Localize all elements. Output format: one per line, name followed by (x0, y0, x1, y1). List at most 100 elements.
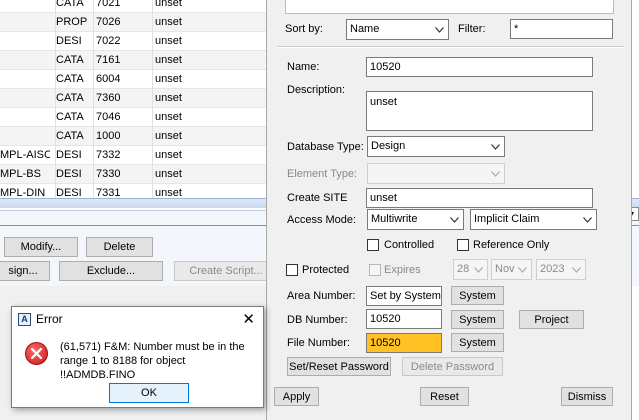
create-script-button[interactable]: Create Script... (174, 261, 278, 281)
table-row[interactable]: CATA 7161 unset (0, 51, 275, 70)
expires-checkbox[interactable] (369, 264, 381, 276)
db-system-button[interactable]: System (451, 310, 504, 329)
table-cell: CATA (55, 70, 91, 89)
file-number-label: File Number: (287, 337, 350, 349)
area-system-button[interactable]: System (451, 286, 504, 305)
table-cell (0, 32, 50, 51)
chevron-down-icon (472, 260, 484, 279)
table-cell (0, 89, 50, 108)
expires-month-dropdown[interactable]: Nov (491, 259, 532, 280)
table-cell: MPL-BS (0, 168, 41, 180)
ok-button[interactable]: OK (109, 383, 189, 403)
table-cell: unset (152, 146, 272, 165)
reset-button[interactable]: Reset (420, 387, 469, 406)
filter-input[interactable]: * (510, 19, 613, 39)
set-reset-password-button[interactable]: Set/Reset Password (287, 357, 391, 376)
table-row[interactable]: PROP 7026 unset (0, 13, 275, 32)
table-row[interactable]: CATA 7046 unset (0, 108, 275, 127)
table-cell: DESI (55, 184, 91, 198)
design-button[interactable]: sign... (0, 261, 50, 281)
error-icon (25, 342, 48, 365)
table-row[interactable]: MPL-BS DESI 7330 unset (0, 165, 275, 184)
chevron-down-icon (489, 164, 501, 183)
chevron-down-icon (448, 210, 460, 229)
claim-mode-dropdown[interactable]: Implicit Claim (470, 209, 597, 230)
protected-checkbox[interactable] (286, 264, 298, 276)
sort-by-dropdown[interactable]: Name (346, 19, 449, 40)
table-cell (0, 13, 50, 32)
reference-only-label: Reference Only (473, 239, 550, 251)
table-cell: unset (152, 13, 272, 32)
table-cell: MPL-DIN (0, 187, 46, 198)
name-input[interactable]: 10520 (366, 57, 593, 77)
table-cell: 7046 (93, 108, 151, 127)
table-row[interactable]: DESI 7022 unset (0, 32, 275, 51)
table-cell: 7161 (93, 51, 151, 70)
table-cell: unset (152, 70, 272, 89)
delete-button[interactable]: Delete (86, 237, 153, 257)
delete-password-button[interactable]: Delete Password (402, 357, 503, 376)
table-cell: unset (152, 32, 272, 51)
table-cell: unset (152, 51, 272, 70)
table-cell: DESI (55, 165, 91, 184)
expires-label: Expires (384, 264, 421, 276)
database-type-dropdown[interactable]: Design (367, 136, 505, 157)
table-cell: unset (152, 127, 272, 146)
table-cell (0, 127, 50, 146)
claim-mode-value: Implicit Claim (474, 213, 540, 225)
db-number-input[interactable]: 10520 (366, 309, 442, 329)
chevron-down-icon (516, 260, 528, 279)
error-message-line2: range 1 to 8188 for object !!ADMDB.FINO (60, 355, 186, 381)
area-number-input[interactable]: Set by System (366, 286, 442, 306)
table-cell: PROP (55, 13, 91, 32)
expires-day-dropdown[interactable]: 28 (453, 259, 488, 280)
app-logo-icon: A (18, 313, 31, 326)
modify-button[interactable]: Modify... (4, 237, 78, 257)
sort-by-value: Name (350, 23, 380, 35)
table-row[interactable]: CATA 6004 unset (0, 70, 275, 89)
table-row[interactable]: CATA 1000 unset (0, 127, 275, 146)
chevron-down-icon (581, 210, 593, 229)
error-message-line1: (61,571) F&M: Number must be in the (60, 341, 245, 353)
error-dialog: A Error ✕ (61,571) F&M: Number must be i… (11, 306, 264, 408)
table-cell: MPL-AISC (0, 149, 50, 161)
file-number-input[interactable]: 10520 (366, 333, 442, 353)
error-message: (61,571) F&M: Number must be in the rang… (60, 340, 260, 382)
close-icon[interactable]: ✕ (242, 310, 255, 328)
error-title: Error (36, 312, 63, 326)
table-cell: 7026 (93, 13, 151, 32)
file-system-button[interactable]: System (451, 333, 504, 352)
exclude-button[interactable]: Exclude... (59, 261, 163, 281)
table-cell: unset (152, 0, 272, 13)
chevron-down-icon (489, 137, 501, 156)
name-label: Name: (287, 61, 320, 73)
create-site-input[interactable]: unset (366, 188, 593, 208)
table-cell: 1000 (93, 127, 151, 146)
database-type-label: Database Type: (287, 141, 364, 153)
reference-only-checkbox[interactable] (457, 239, 469, 251)
dismiss-button[interactable]: Dismiss (561, 387, 613, 406)
table-cell (0, 70, 50, 89)
background-table: CATA 7021 unset PROP 7026 unset DESI 7022 unset C… (0, 0, 275, 198)
table-cell (0, 108, 50, 127)
table-row[interactable]: MPL-DIN DESI 7331 unset (0, 184, 275, 198)
controlled-checkbox[interactable] (367, 239, 379, 251)
table-row[interactable]: CATA 7360 unset (0, 89, 275, 108)
table-cell: CATA (55, 108, 91, 127)
table-cell: 6004 (93, 70, 151, 89)
access-mode-dropdown[interactable]: Multiwrite (367, 209, 464, 230)
project-button[interactable]: Project (519, 310, 584, 329)
table-row[interactable]: CATA 7021 unset (0, 0, 275, 13)
error-title-bar: A Error ✕ (12, 307, 263, 331)
table-row[interactable]: MPL-AISC DESI 7332 unset (0, 146, 275, 165)
apply-button[interactable]: Apply (274, 387, 319, 406)
expires-year-dropdown[interactable]: 2023 (536, 259, 586, 280)
protected-label: Protected (302, 264, 350, 276)
table-cell: CATA (55, 51, 91, 70)
table-cell: 7331 (93, 184, 151, 198)
element-type-dropdown[interactable] (367, 163, 505, 184)
table-cell: 7360 (93, 89, 151, 108)
description-input[interactable]: unset (366, 91, 593, 131)
database-list[interactable] (285, 0, 614, 14)
table-cell: CATA (55, 89, 91, 108)
